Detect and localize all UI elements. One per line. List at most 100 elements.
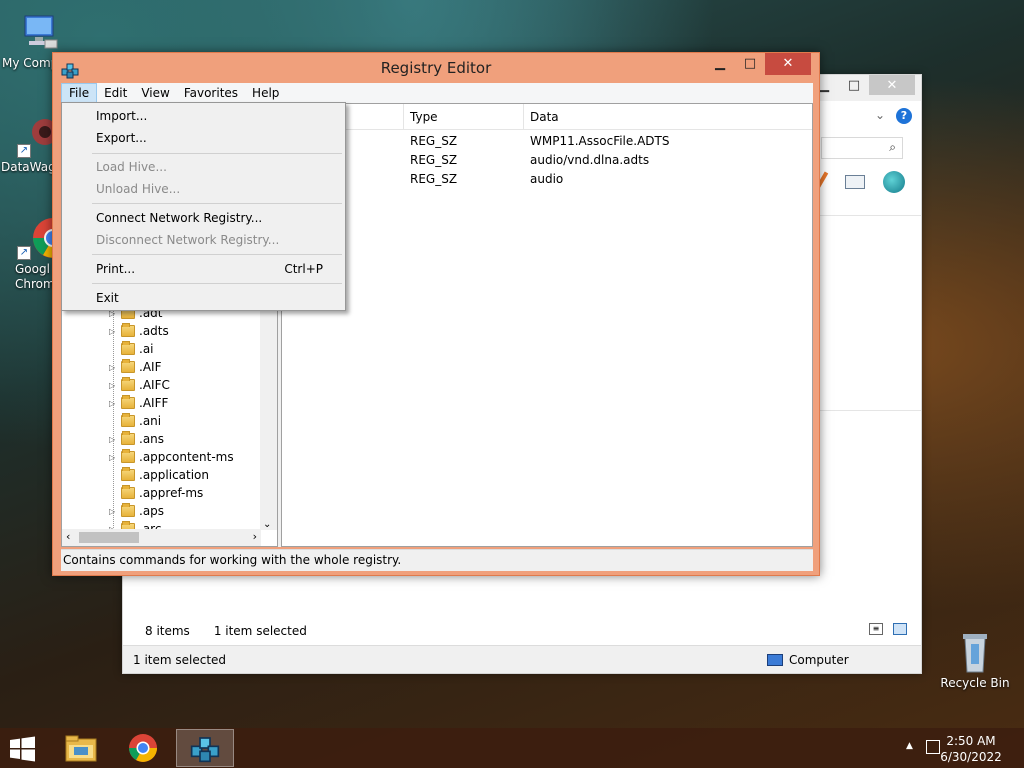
menu-favorites[interactable]: Favorites: [177, 83, 245, 103]
taskbar-file-explorer[interactable]: [52, 729, 110, 767]
tree-item[interactable]: ▷ .adts: [109, 322, 169, 340]
tree-item-label: .AIFC: [139, 378, 170, 392]
registry-editor-icon: [61, 59, 79, 79]
menu-separator: [92, 203, 342, 204]
chrome-icon: [129, 734, 157, 762]
minimize-button[interactable]: ▁: [705, 53, 735, 75]
desktop-icon-recycle-bin[interactable]: Recycle Bin: [936, 630, 1014, 690]
taskbar: ▲ 2:50 AM 6/30/2022: [0, 728, 1024, 768]
globe-icon[interactable]: [883, 171, 905, 193]
menu-item-print[interactable]: Print... Ctrl+P: [64, 258, 343, 280]
explorer-bottom-bar: 1 item selected Computer: [123, 645, 921, 673]
desktop-icon-label: Recycle Bin: [940, 676, 1010, 690]
expand-arrow-icon[interactable]: ▷: [109, 327, 121, 336]
expand-arrow-icon[interactable]: ▷: [109, 453, 121, 462]
value-row[interactable]: ) REG_SZ WMP11.AssocFile.ADTS: [282, 132, 812, 151]
shortcut-label: Ctrl+P: [284, 262, 323, 276]
clock-time: 2:50 AM: [946, 734, 996, 748]
show-hidden-icons-icon[interactable]: ▲: [906, 741, 913, 751]
file-menu-dropdown: Import... Export... Load Hive... Unload …: [61, 102, 346, 311]
menu-item-import[interactable]: Import...: [64, 105, 343, 127]
value-data: audio/vnd.dlna.adts: [530, 153, 650, 167]
folder-icon: [121, 485, 135, 499]
scrollbar-thumb[interactable]: [79, 532, 139, 543]
item-count: 8 items: [145, 624, 190, 638]
expand-arrow-icon[interactable]: ▷: [109, 507, 121, 516]
menu-edit[interactable]: Edit: [97, 83, 134, 103]
divider: [813, 410, 921, 411]
details-view-icon[interactable]: ≡: [869, 623, 883, 635]
tree-item[interactable]: ▷ .appcontent-ms: [109, 448, 234, 466]
folder-icon: [121, 503, 135, 517]
start-button[interactable]: [8, 736, 38, 762]
menu-file[interactable]: File: [61, 83, 98, 103]
expand-arrow-icon[interactable]: ▷: [109, 363, 121, 372]
computer-icon: [17, 10, 61, 54]
menu-item-connect-network-registry[interactable]: Connect Network Registry...: [64, 207, 343, 229]
explorer-status-bar: 8 items 1 item selected ≡: [123, 619, 921, 643]
folder-icon: [121, 359, 135, 373]
value-data: WMP11.AssocFile.ADTS: [530, 134, 670, 148]
tree-item[interactable]: ▷ .AIFC: [109, 376, 170, 394]
folder-icon: [121, 395, 135, 409]
scroll-left-icon[interactable]: ‹: [66, 530, 70, 543]
tree-item[interactable]: .ani: [109, 412, 161, 430]
expand-arrow-icon[interactable]: ▷: [109, 381, 121, 390]
menu-view[interactable]: View: [134, 83, 176, 103]
email-icon[interactable]: [845, 175, 865, 189]
shortcut-arrow-icon: ↗: [17, 144, 31, 158]
value-row[interactable]: edType REG_SZ audio: [282, 170, 812, 189]
close-button[interactable]: ✕: [869, 75, 915, 95]
column-data[interactable]: Data: [524, 104, 812, 129]
menu-item-load-hive: Load Hive...: [96, 160, 167, 174]
computer-small-icon: [767, 653, 783, 666]
folder-icon: [121, 341, 135, 355]
column-headers: Type Data: [282, 104, 812, 130]
expand-arrow-icon[interactable]: ▷: [109, 435, 121, 444]
menu-item-export[interactable]: Export...: [64, 127, 343, 149]
window-title: Registry Editor: [380, 59, 492, 77]
tree-item-label: .aps: [139, 504, 165, 518]
folder-icon: [121, 413, 135, 427]
scroll-down-icon[interactable]: ⌄: [263, 519, 271, 530]
expand-arrow-icon[interactable]: ▷: [109, 399, 121, 408]
tree-item-label: .AIF: [139, 360, 162, 374]
search-icon: ⌕: [889, 140, 896, 154]
menu-item-exit[interactable]: Exit: [64, 287, 343, 309]
menu-help[interactable]: Help: [245, 83, 286, 103]
tree-horizontal-scrollbar[interactable]: ‹ ›: [62, 529, 261, 546]
tree-item[interactable]: ▷ .AIF: [109, 358, 161, 376]
tree-item-label: .appcontent-ms: [139, 450, 234, 464]
value-type: REG_SZ: [410, 153, 458, 167]
tree-item[interactable]: ▷ .AIFF: [109, 394, 168, 412]
recycle-bin-icon: [953, 630, 997, 674]
folder-icon: [65, 735, 97, 762]
tree-item[interactable]: .application: [109, 466, 209, 484]
large-icons-view-icon[interactable]: [893, 623, 907, 635]
tree-item[interactable]: ▷ .aps: [109, 502, 164, 520]
taskbar-google-chrome[interactable]: [114, 729, 172, 767]
menu-separator: [92, 283, 342, 284]
maximize-button[interactable]: □: [735, 53, 765, 75]
search-box[interactable]: ⌕: [821, 137, 903, 159]
close-button[interactable]: ✕: [765, 53, 811, 75]
value-type: REG_SZ: [410, 134, 458, 148]
value-row[interactable]: t Type REG_SZ audio/vnd.dlna.adts: [282, 151, 812, 170]
shortcut-arrow-icon: ↗: [17, 246, 31, 260]
tree-item[interactable]: .appref-ms: [109, 484, 203, 502]
registry-editor-icon: [190, 737, 220, 763]
column-type[interactable]: Type: [404, 104, 524, 129]
folder-icon: [121, 377, 135, 391]
chevron-down-icon[interactable]: ⌄: [875, 108, 885, 122]
clock[interactable]: 2:50 AM 6/30/2022: [936, 733, 1006, 765]
bottom-selected-text: 1 item selected: [133, 652, 227, 667]
menu-bar: File Edit View Favorites Help: [61, 83, 813, 103]
tree-item[interactable]: ▷ .ans: [109, 430, 164, 448]
taskbar-registry-editor[interactable]: [176, 729, 234, 767]
tree-item[interactable]: .ai: [109, 340, 154, 358]
registry-editor-titlebar[interactable]: Registry Editor ▁ □ ✕: [53, 53, 819, 83]
maximize-button[interactable]: □: [839, 75, 869, 95]
scroll-right-icon[interactable]: ›: [253, 530, 257, 543]
help-icon[interactable]: ?: [896, 108, 912, 124]
values-list[interactable]: Type Data ) REG_SZ WMP11.AssocFile.ADTS …: [281, 103, 813, 547]
